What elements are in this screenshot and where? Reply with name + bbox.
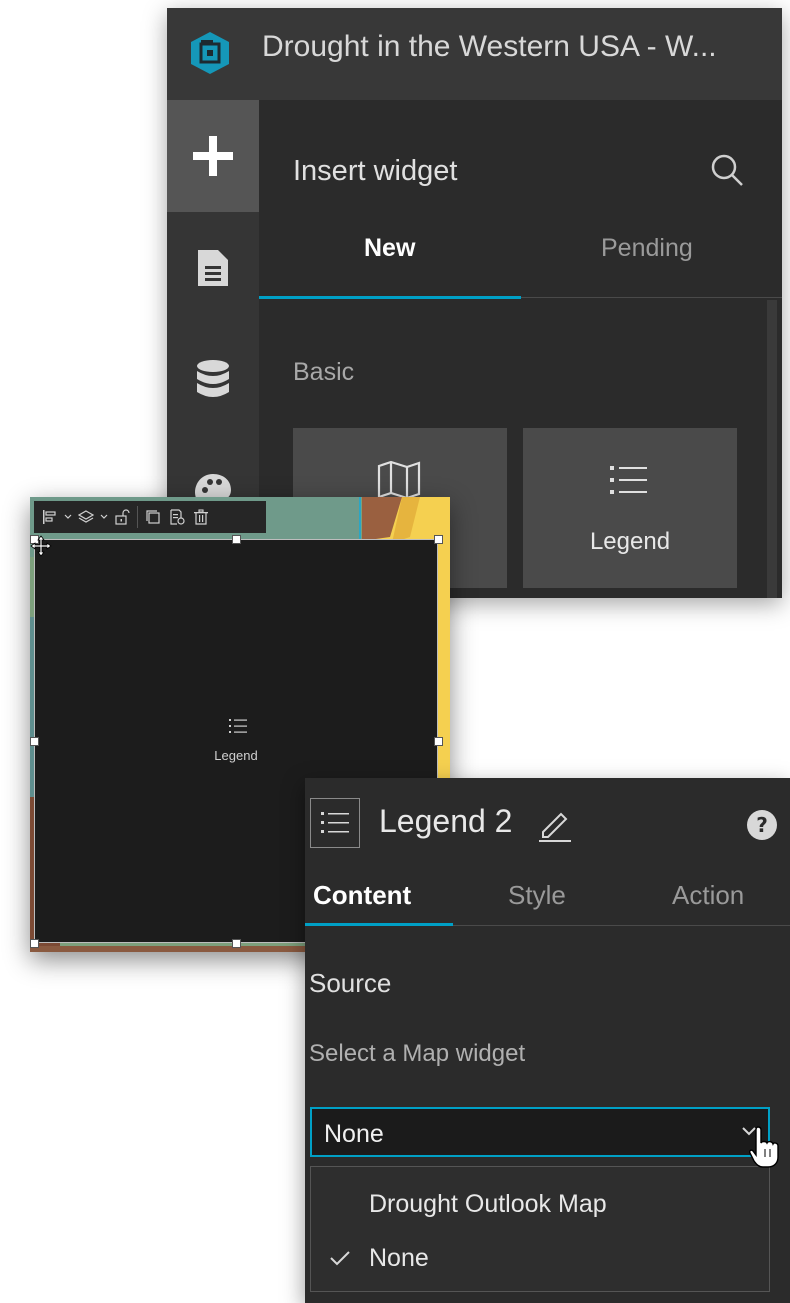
select-map-widget-label: Select a Map widget [309,1040,526,1067]
tab-pending[interactable]: Pending [601,234,693,274]
page-icon [198,250,228,286]
delete-icon [194,509,208,525]
toolbar-duplicate-button[interactable] [141,503,165,531]
duplicate-icon [146,510,160,524]
toolbar-delete-button[interactable] [189,503,213,531]
active-tab-indicator [259,296,521,299]
resize-handle-bottom-left[interactable] [30,939,39,948]
app-header: Drought in the Western USA - W... [167,8,782,100]
tab-new[interactable]: New [364,234,415,274]
tab-divider [453,925,790,926]
resize-handle-left[interactable] [30,737,39,746]
copy-style-icon [170,509,185,525]
widget-type-badge [310,798,360,848]
tab-style[interactable]: Style [508,880,566,911]
tab-content[interactable]: Content [313,880,411,911]
search-icon[interactable] [709,152,745,188]
experience-builder-logo-icon[interactable] [187,30,233,76]
edit-pencil-icon[interactable] [537,808,573,842]
source-section-label: Source [309,968,392,998]
toolbar-layers-button[interactable] [74,503,98,531]
tab-action[interactable]: Action [672,880,744,911]
resize-handle-right[interactable] [434,737,443,746]
chevron-down-icon [64,514,72,519]
help-icon[interactable]: ? [746,809,778,841]
sidebar-item-data[interactable] [167,324,259,436]
map-widget-select-value: None [324,1120,384,1148]
align-icon [43,510,56,524]
toolbar-copy-style-button[interactable] [165,503,189,531]
plus-icon [193,136,233,176]
toolbar-align-button[interactable] [38,503,62,531]
widget-card-legend[interactable]: Legend [523,428,737,588]
layers-icon [78,510,94,523]
widget-toolbar [34,501,266,533]
widget-name: Legend 2 [379,803,513,839]
map-widget-select[interactable]: None [310,1107,770,1157]
map-icon [377,460,421,500]
resize-handle-top-right[interactable] [434,535,443,544]
legend-placeholder-label: Legend [214,748,258,763]
active-tab-indicator [305,923,453,926]
sidebar-item-page[interactable] [167,212,259,324]
chevron-down-icon [100,514,108,519]
dropdown-option-label: Drought Outlook Map [369,1190,607,1218]
legend-icon [229,719,247,733]
toolbar-lock-button[interactable] [110,503,134,531]
panel-title: Insert widget [293,155,458,187]
legend-icon [321,812,349,833]
dropdown-option-label: None [369,1244,429,1272]
layers-menu-caret[interactable] [98,503,110,531]
hand-pointer-cursor-icon [749,1126,779,1168]
move-cursor-icon[interactable] [30,535,52,557]
sidebar-item-insert[interactable] [167,100,259,212]
map-widget-dropdown: Drought Outlook Map None [310,1166,770,1292]
app-title: Drought in the Western USA - W... [262,30,717,63]
database-icon [197,360,229,397]
section-basic-label: Basic [293,358,355,386]
resize-handle-bottom[interactable] [232,939,241,948]
tab-divider [521,297,782,298]
svg-text:?: ? [756,813,768,837]
toolbar-separator [137,506,138,528]
widget-card-legend-label: Legend [589,528,671,555]
legend-icon [610,466,647,494]
legend-settings-panel: Legend 2 ? Content Style Action Source S… [305,778,790,1303]
resize-handle-top[interactable] [232,535,241,544]
dropdown-option-drought-outlook-map[interactable]: Drought Outlook Map [311,1177,769,1231]
checkmark-icon [330,1251,350,1266]
align-menu-caret[interactable] [62,503,74,531]
unlock-icon [115,509,130,525]
panel-scrollbar[interactable] [767,300,777,598]
dropdown-option-none[interactable]: None [311,1231,769,1285]
